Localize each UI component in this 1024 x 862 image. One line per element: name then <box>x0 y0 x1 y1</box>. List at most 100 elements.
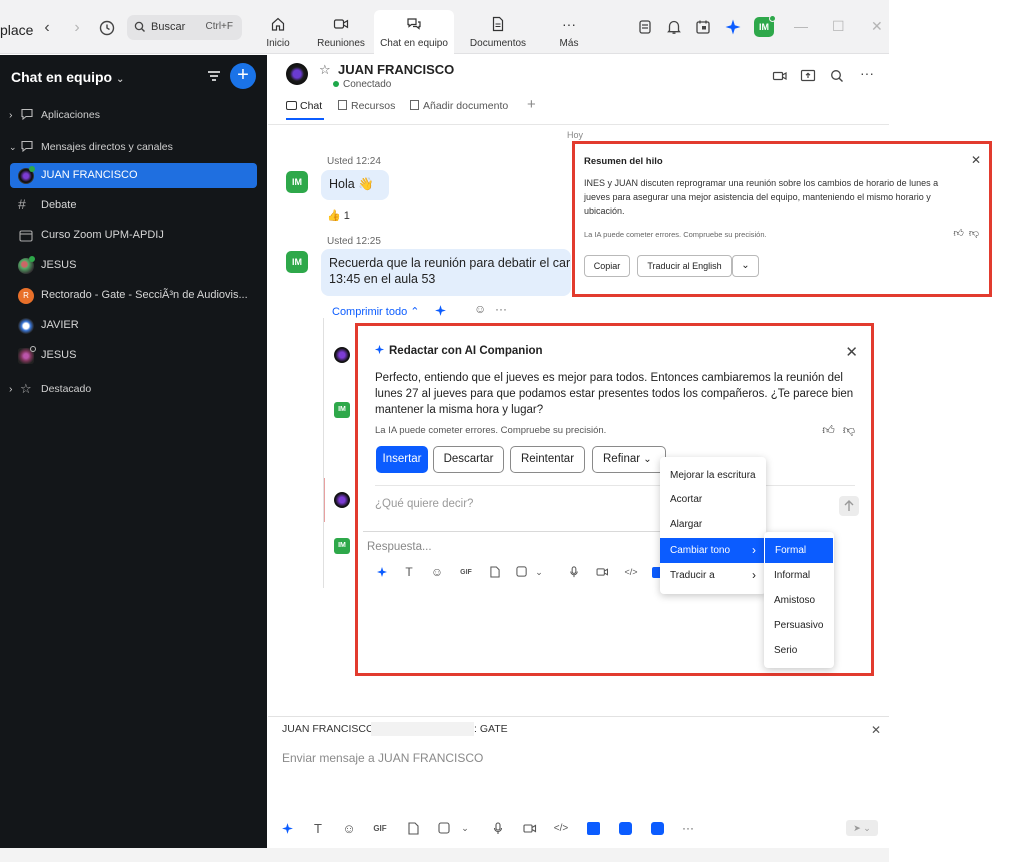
message-input[interactable]: Enviar mensaje a JUAN FRANCISCO <box>282 751 483 765</box>
menu-item-mejorar[interactable]: Mejorar la escritura <box>660 463 766 488</box>
ai-sparkle-icon[interactable] <box>724 18 742 36</box>
close-window-button[interactable]: ✕ <box>871 18 883 35</box>
filter-icon[interactable] <box>207 69 221 83</box>
tab-mas[interactable]: ··· Más <box>554 10 584 54</box>
thumbs-up-icon[interactable]: 👍︎ <box>953 227 963 239</box>
tab-documentos[interactable]: Documentos <box>467 10 529 54</box>
message-bubble[interactable]: Recuerda que la reunión para debatir el … <box>321 249 571 296</box>
retry-button[interactable]: Reintentar <box>510 446 585 473</box>
menu-item-alargar[interactable]: Alargar <box>660 512 766 537</box>
ai-sparkle-icon[interactable] <box>434 304 447 317</box>
ai-sparkle-icon[interactable] <box>374 564 390 580</box>
sidebar-item-jesus[interactable]: JESUS <box>10 253 257 278</box>
code-icon[interactable]: </> <box>553 820 569 836</box>
emoji-icon[interactable]: ☺ <box>474 302 486 316</box>
message-bubble[interactable]: Hola 👋 <box>321 170 389 200</box>
search-icon[interactable] <box>829 68 845 84</box>
reply-input[interactable]: Respuesta... <box>367 541 432 553</box>
thumbs-down-icon[interactable]: 👎︎ <box>969 227 979 239</box>
emoji-icon[interactable]: ☺ <box>429 564 445 580</box>
menu-item-serio[interactable]: Serio <box>764 638 834 663</box>
tab-reuniones[interactable]: Reuniones <box>315 10 367 54</box>
video-message-icon[interactable] <box>522 820 538 836</box>
file-icon[interactable] <box>487 564 503 580</box>
message-avatar[interactable]: IM <box>286 171 308 193</box>
app-integration-icon[interactable] <box>649 820 665 836</box>
thumbs-down-icon[interactable]: 👎︎ <box>843 423 855 438</box>
user-avatar[interactable]: IM <box>754 15 776 37</box>
sidebar-title[interactable]: Chat en equipo ⌄ <box>11 69 124 85</box>
app-integration-icon[interactable] <box>617 820 633 836</box>
search-box[interactable]: Buscar Ctrl+F <box>127 15 242 40</box>
code-icon[interactable]: </> <box>623 564 639 580</box>
video-call-icon[interactable] <box>772 68 788 84</box>
back-button[interactable]: ‹ <box>36 17 58 39</box>
ai-send-button[interactable] <box>839 496 859 516</box>
sidebar-item-rectorado[interactable]: R Rectorado - Gate - SecciÃ³n de Audiovi… <box>10 283 257 308</box>
whiteboard-icon[interactable] <box>636 18 654 36</box>
screenshot-icon[interactable] <box>514 564 530 580</box>
maximize-button[interactable]: ☐ <box>832 18 845 35</box>
thumbs-up-icon[interactable]: 👍︎ <box>822 423 835 438</box>
more-options-icon[interactable]: ··· <box>860 65 874 81</box>
copy-button[interactable]: Copiar <box>584 255 630 277</box>
sidebar-item-jesus-2[interactable]: JESUS <box>10 343 257 368</box>
close-icon[interactable]: ✕ <box>971 153 981 167</box>
menu-item-informal[interactable]: Informal <box>764 563 834 588</box>
minimize-button[interactable]: — <box>794 18 808 34</box>
sidebar-item-curso-zoom[interactable]: Curso Zoom UPM-APDIJ <box>10 223 257 248</box>
gif-icon[interactable]: GIF <box>372 820 388 836</box>
file-icon[interactable] <box>405 820 421 836</box>
more-options-icon[interactable]: ··· <box>495 302 507 316</box>
app-integration-icon[interactable] <box>585 820 601 836</box>
chevron-down-icon[interactable]: ⌄ <box>531 564 547 580</box>
menu-item-amistoso[interactable]: Amistoso <box>764 588 834 613</box>
microphone-icon[interactable] <box>566 564 582 580</box>
tab-chat-en-equipo[interactable]: Chat en equipo <box>374 10 454 54</box>
discard-button[interactable]: Descartar <box>433 446 504 473</box>
gif-icon[interactable]: GIF <box>458 564 474 580</box>
video-message-icon[interactable] <box>594 564 610 580</box>
tab-chat[interactable]: Chat <box>286 100 322 112</box>
close-icon[interactable]: ✕ <box>845 343 858 361</box>
message-avatar[interactable]: IM <box>286 251 308 273</box>
more-options-icon[interactable]: ··· <box>680 820 696 836</box>
menu-item-persuasivo[interactable]: Persuasivo <box>764 613 834 638</box>
history-icon[interactable] <box>96 17 118 39</box>
sidebar-item-debate[interactable]: # Debate <box>10 193 257 218</box>
calendar-icon[interactable] <box>694 18 712 36</box>
menu-item-acortar[interactable]: Acortar <box>660 487 766 512</box>
send-button[interactable]: ➤ ⌄ <box>846 820 878 836</box>
tab-recursos[interactable]: Recursos <box>338 100 395 112</box>
translate-language-dropdown[interactable]: ⌄ <box>732 255 759 277</box>
menu-item-cambiar-tono[interactable]: Cambiar tono › <box>660 538 766 563</box>
new-chat-button[interactable]: + <box>230 63 256 89</box>
microphone-icon[interactable] <box>490 820 506 836</box>
chevron-down-icon[interactable]: ⌄ <box>457 820 473 836</box>
insert-button[interactable]: Insertar <box>376 446 428 473</box>
menu-item-formal[interactable]: Formal <box>765 538 833 563</box>
sidebar-item-juan-francisco[interactable]: JUAN FRANCISCO <box>10 163 257 188</box>
menu-item-traducir[interactable]: Traducir a › <box>660 563 766 588</box>
tab-anadir-documento[interactable]: Añadir documento <box>410 100 508 112</box>
forward-button[interactable]: › <box>66 17 88 39</box>
close-icon[interactable]: ✕ <box>871 723 881 737</box>
emoji-icon[interactable]: ☺ <box>341 820 357 836</box>
tab-inicio[interactable]: Inicio <box>261 10 295 54</box>
translate-button[interactable]: Traducir al English <box>637 255 732 277</box>
text-format-icon[interactable]: T <box>401 564 417 580</box>
add-tab-button[interactable]: + <box>527 96 536 113</box>
screenshot-icon[interactable] <box>436 820 452 836</box>
text-format-icon[interactable]: T <box>310 820 326 836</box>
star-icon[interactable]: ☆ <box>319 62 331 78</box>
ai-prompt-input[interactable]: ¿Qué quiere decir? <box>375 498 473 510</box>
contact-avatar[interactable] <box>286 63 308 85</box>
ai-sparkle-icon[interactable] <box>279 820 295 836</box>
collapse-thread-link[interactable]: Comprimir todo ⌃ <box>332 305 419 318</box>
refine-dropdown-button[interactable]: Refinar ⌄ <box>592 446 666 473</box>
bell-icon[interactable] <box>665 18 683 36</box>
share-screen-icon[interactable] <box>800 68 816 84</box>
sidebar-item-javier[interactable]: JAVIER <box>10 313 257 338</box>
contact-name[interactable]: JUAN FRANCISCO <box>338 62 454 77</box>
reaction-chip[interactable]: 👍 1 <box>327 209 350 222</box>
